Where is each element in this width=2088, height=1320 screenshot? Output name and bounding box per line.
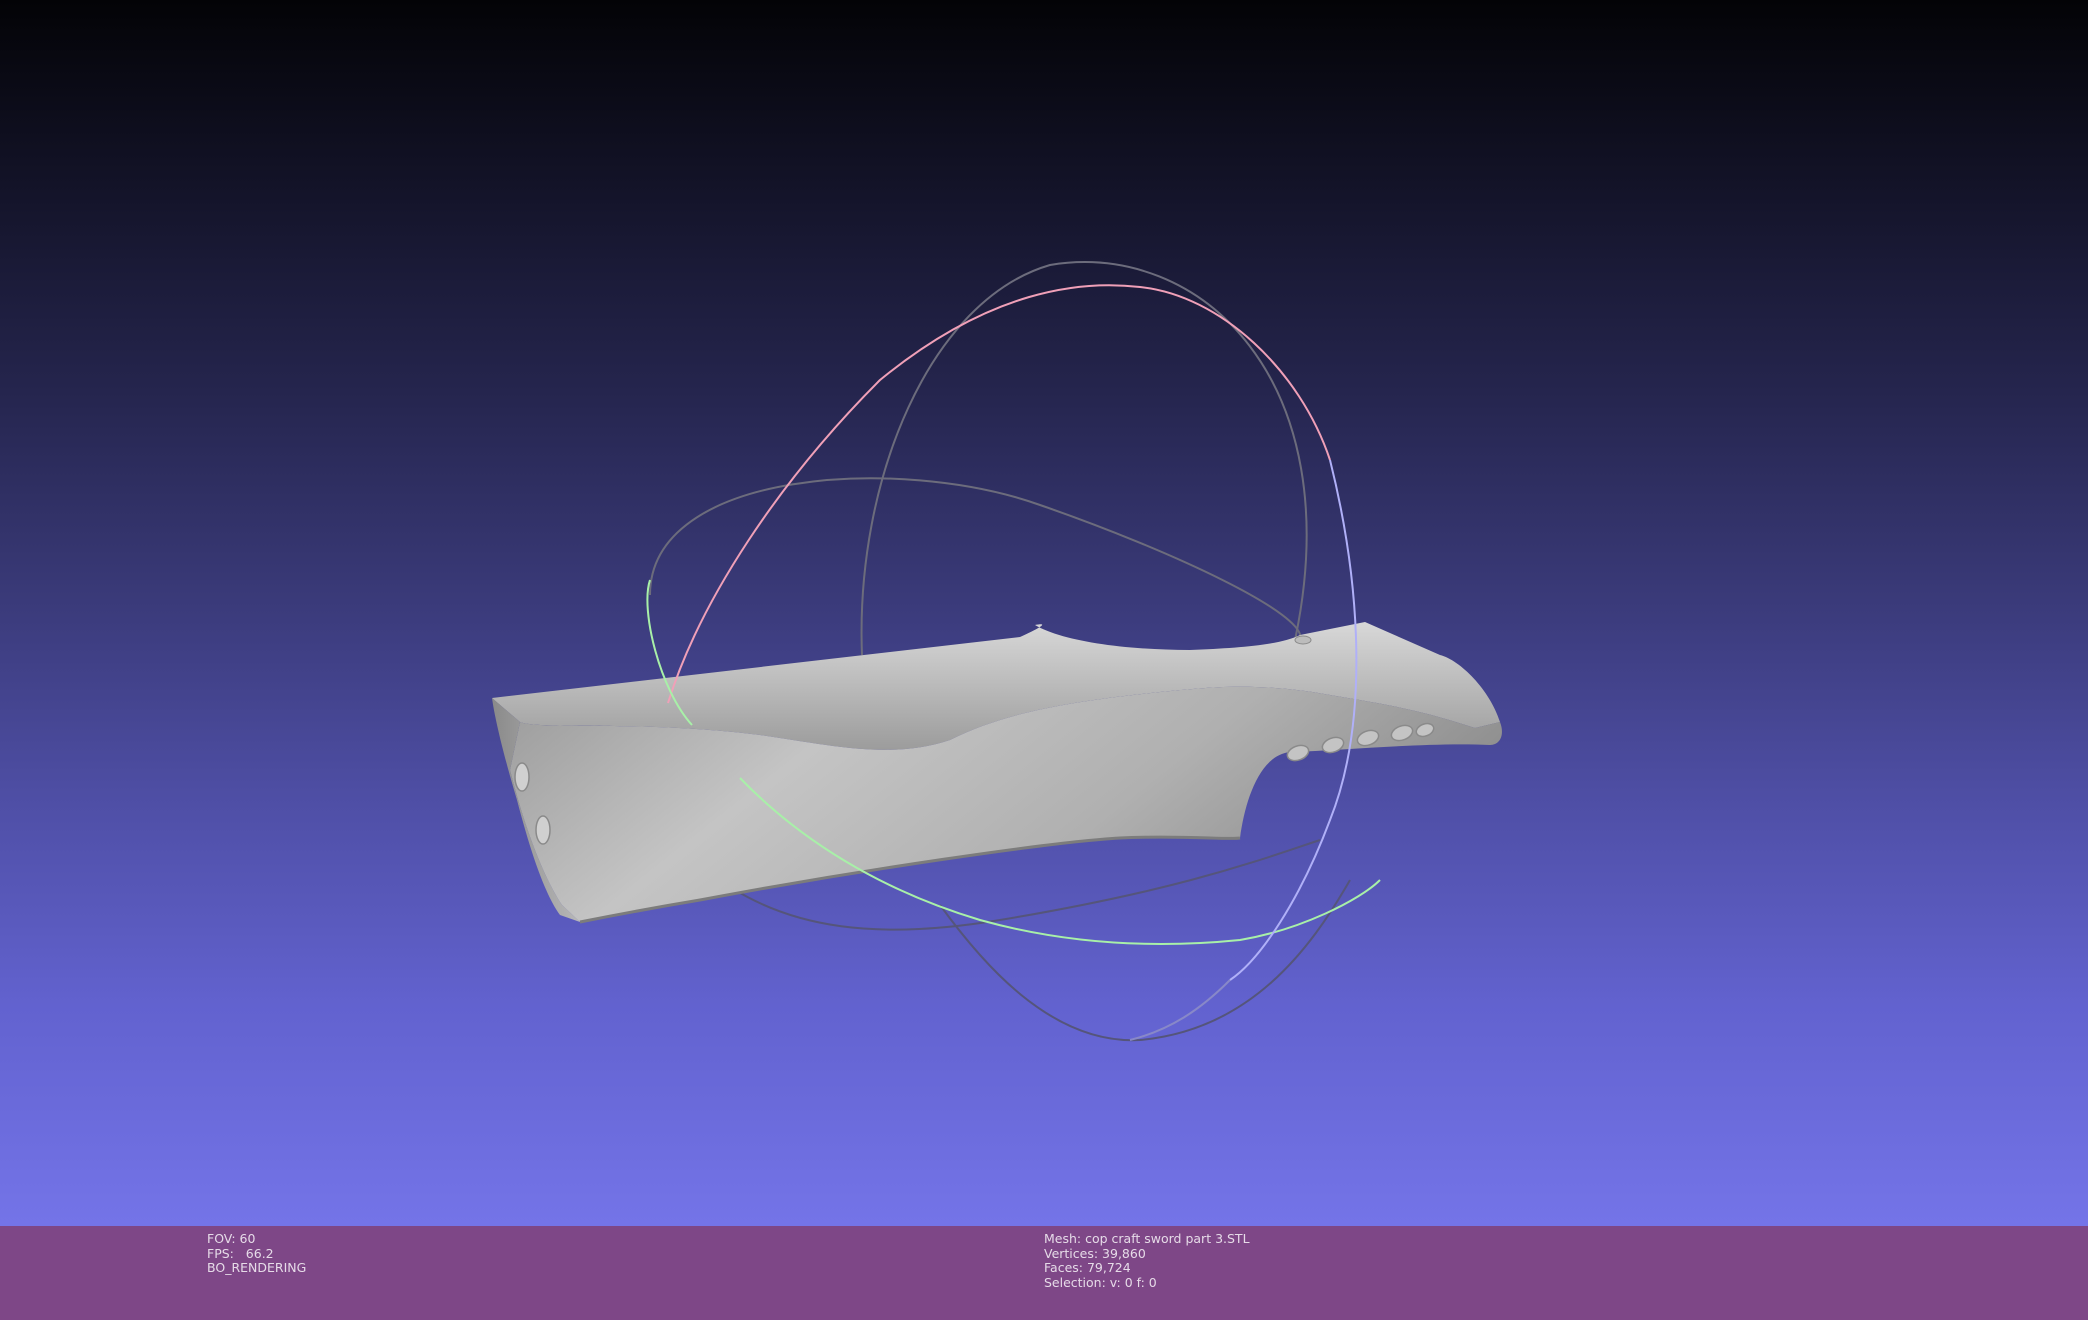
fov-readout: FOV: 60	[207, 1231, 256, 1246]
vertices-readout: Vertices: 39,860	[1044, 1245, 1146, 1261]
mesh-info: Mesh: cop craft sword part 3.STL Vertice…	[1044, 1231, 1250, 1290]
selection-readout: Selection: v: 0 f: 0	[1044, 1274, 1157, 1290]
mesh-hole-upper	[514, 762, 530, 792]
sword-handle-mesh[interactable]	[492, 622, 1502, 924]
meshlab-window: FOV: 60 FPS: 66.2 BO_RENDERING Mesh: cop…	[0, 0, 2088, 1320]
mesh-top-peg	[1294, 635, 1312, 645]
fps-readout: FPS: 66.2	[207, 1245, 274, 1261]
trackball-ring-back-vertical	[860, 261, 1308, 656]
trackball-ring-back-lower	[939, 879, 1351, 1042]
3d-viewport[interactable]	[0, 0, 2088, 1226]
trackball-ring-back-horizontal	[649, 477, 1302, 641]
scene-canvas[interactable]	[0, 0, 2088, 1226]
render-info: FOV: 60 FPS: 66.2 BO_RENDERING	[207, 1231, 307, 1276]
mesh-hole-lower	[535, 815, 551, 845]
faces-readout: Faces: 79,724	[1044, 1260, 1131, 1275]
status-bar: FOV: 60 FPS: 66.2 BO_RENDERING Mesh: cop…	[0, 1226, 2088, 1320]
render-mode-readout: BO_RENDERING	[207, 1260, 307, 1275]
trackball-ring-z-axis-lower	[1129, 979, 1231, 1041]
mesh-name-readout: Mesh: cop craft sword part 3.STL	[1044, 1231, 1250, 1246]
